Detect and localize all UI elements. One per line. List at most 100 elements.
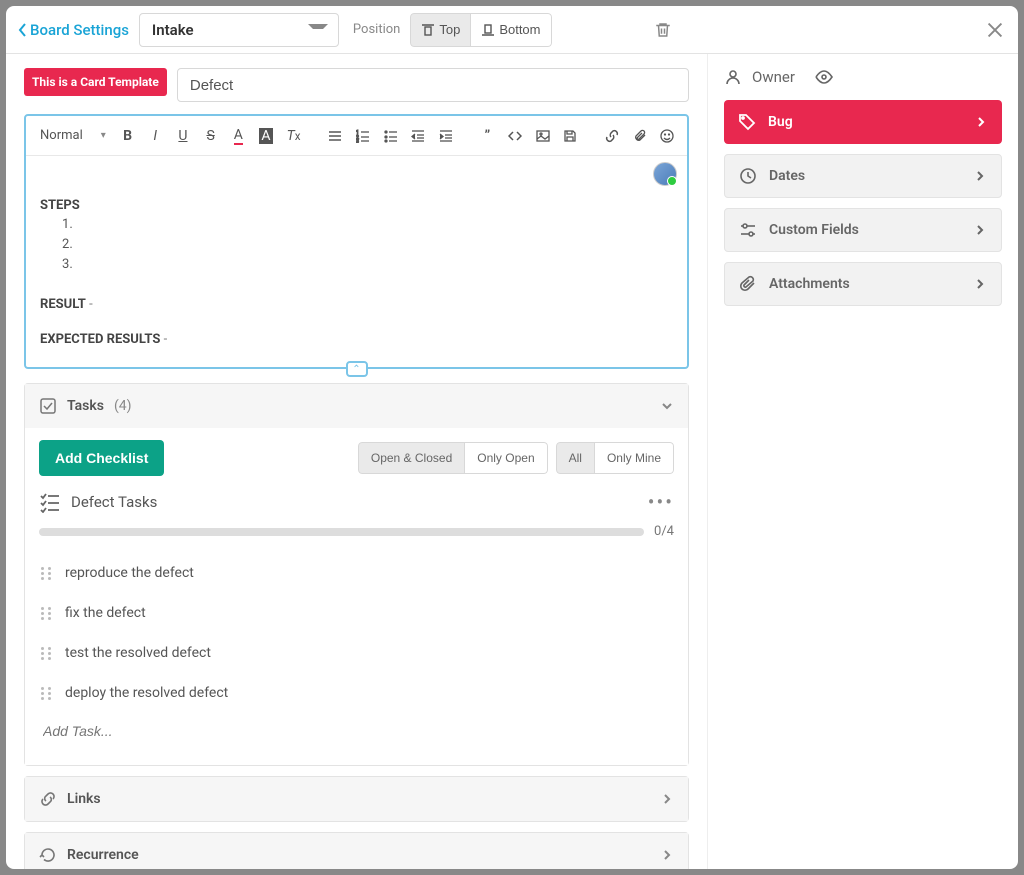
task-row[interactable]: test the resolved defect (39, 633, 674, 673)
text-color-icon[interactable]: A (226, 124, 250, 148)
task-label: deploy the resolved defect (65, 685, 228, 701)
back-label: Board Settings (30, 21, 129, 39)
task-label: fix the defect (65, 605, 146, 621)
filter-open-closed[interactable]: Open & Closed (358, 442, 465, 474)
main-column: This is a Card Template Normal B I U S A… (6, 54, 708, 869)
owner-label[interactable]: Owner (752, 68, 795, 86)
eye-icon[interactable] (815, 68, 833, 86)
chevron-right-icon (973, 223, 987, 237)
position-toggle: Top Bottom (410, 13, 551, 47)
lane-select[interactable]: Intake (139, 13, 339, 47)
card-template-modal: Board Settings Intake Position Top Botto… (6, 6, 1018, 869)
editor-content[interactable]: STEPS RESULT - EXPECTED RESULTS - (26, 156, 687, 367)
tag-panel[interactable]: Bug (724, 100, 1002, 144)
svg-text:3: 3 (356, 139, 359, 143)
bold-icon[interactable]: B (116, 124, 140, 148)
status-filter: Open & Closed Only Open (358, 442, 548, 474)
step-item (76, 257, 673, 277)
strikethrough-icon[interactable]: S (199, 124, 223, 148)
checklist-title[interactable]: Defect Tasks (71, 493, 157, 511)
close-icon[interactable] (984, 19, 1006, 41)
drag-handle-icon[interactable] (41, 567, 53, 580)
expected-heading: EXPECTED RESULTS - (40, 332, 673, 347)
steps-list (76, 217, 673, 277)
underline-icon[interactable]: U (171, 124, 195, 148)
template-badge: This is a Card Template (24, 68, 167, 96)
format-select[interactable]: Normal (34, 124, 112, 147)
add-task-input[interactable] (39, 713, 674, 749)
position-top[interactable]: Top (410, 13, 471, 47)
paperclip-icon (739, 275, 757, 293)
recurrence-header[interactable]: Recurrence (25, 833, 688, 869)
align-top-icon (421, 23, 435, 37)
step-item (76, 237, 673, 257)
steps-heading: STEPS (40, 198, 673, 213)
sidebar: Owner Bug Dates Custom Fields Attach (708, 54, 1018, 869)
emoji-icon[interactable] (655, 124, 679, 148)
dates-panel[interactable]: Dates (724, 154, 1002, 198)
result-heading: RESULT - (40, 297, 673, 312)
progress-text: 0/4 (654, 524, 674, 539)
checklist-menu[interactable]: ••• (648, 490, 674, 514)
modal-header: Board Settings Intake Position Top Botto… (6, 6, 1018, 54)
custom-fields-panel[interactable]: Custom Fields (724, 208, 1002, 252)
trash-icon[interactable] (654, 21, 672, 39)
description-editor: Normal B I U S A A Tx 123 ” (24, 114, 689, 369)
link-icon (39, 790, 57, 808)
italic-icon[interactable]: I (143, 124, 167, 148)
editor-toolbar: Normal B I U S A A Tx 123 ” (26, 116, 687, 156)
align-bottom-icon (481, 23, 495, 37)
filter-only-open[interactable]: Only Open (465, 442, 547, 474)
filter-only-mine[interactable]: Only Mine (595, 442, 674, 474)
position-label: Position (353, 22, 400, 37)
unordered-list-icon[interactable] (379, 124, 403, 148)
outdent-icon[interactable] (406, 124, 430, 148)
task-row[interactable]: deploy the resolved defect (39, 673, 674, 713)
code-icon[interactable] (503, 124, 527, 148)
drag-handle-icon[interactable] (41, 687, 53, 700)
filter-all[interactable]: All (556, 442, 595, 474)
tasks-section: Tasks (4) Add Checklist Open & Closed On… (24, 383, 689, 766)
chevron-right-icon (974, 115, 988, 129)
tasks-header[interactable]: Tasks (4) (25, 384, 688, 428)
attachment-icon[interactable] (628, 124, 652, 148)
scope-filter: All Only Mine (556, 442, 674, 474)
chevron-left-icon (18, 22, 28, 38)
chevron-right-icon (973, 277, 987, 291)
drag-handle-icon[interactable] (41, 607, 53, 620)
checklist-icon (39, 491, 61, 513)
align-icon[interactable] (323, 124, 347, 148)
add-checklist-button[interactable]: Add Checklist (39, 440, 164, 476)
task-row[interactable]: fix the defect (39, 593, 674, 633)
progress-bar (39, 528, 644, 536)
image-icon[interactable] (531, 124, 555, 148)
chevron-down-icon (660, 399, 674, 413)
links-section: Links (24, 776, 689, 822)
chevron-right-icon (660, 792, 674, 806)
collapse-handle[interactable]: ⌃ (346, 361, 368, 377)
chevron-right-icon (660, 848, 674, 862)
user-icon (724, 68, 742, 86)
card-title-input[interactable] (177, 68, 689, 102)
save-icon[interactable] (559, 124, 583, 148)
links-header[interactable]: Links (25, 777, 688, 821)
ordered-list-icon[interactable]: 123 (351, 124, 375, 148)
highlight-icon[interactable]: A (254, 124, 278, 148)
quote-icon[interactable]: ” (476, 124, 500, 148)
back-to-board-settings[interactable]: Board Settings (18, 21, 129, 39)
recurrence-icon (39, 846, 57, 864)
link-icon[interactable] (600, 124, 624, 148)
clear-format-icon[interactable]: Tx (282, 124, 306, 148)
drag-handle-icon[interactable] (41, 647, 53, 660)
task-label: reproduce the defect (65, 565, 194, 581)
chevron-right-icon (973, 169, 987, 183)
recurrence-section: Recurrence (24, 832, 689, 869)
task-row[interactable]: reproduce the defect (39, 553, 674, 593)
presence-avatar (653, 162, 677, 186)
position-bottom[interactable]: Bottom (471, 13, 551, 47)
task-label: test the resolved defect (65, 645, 211, 661)
indent-icon[interactable] (434, 124, 458, 148)
attachments-panel[interactable]: Attachments (724, 262, 1002, 306)
sliders-icon (739, 221, 757, 239)
tag-icon (738, 113, 756, 131)
